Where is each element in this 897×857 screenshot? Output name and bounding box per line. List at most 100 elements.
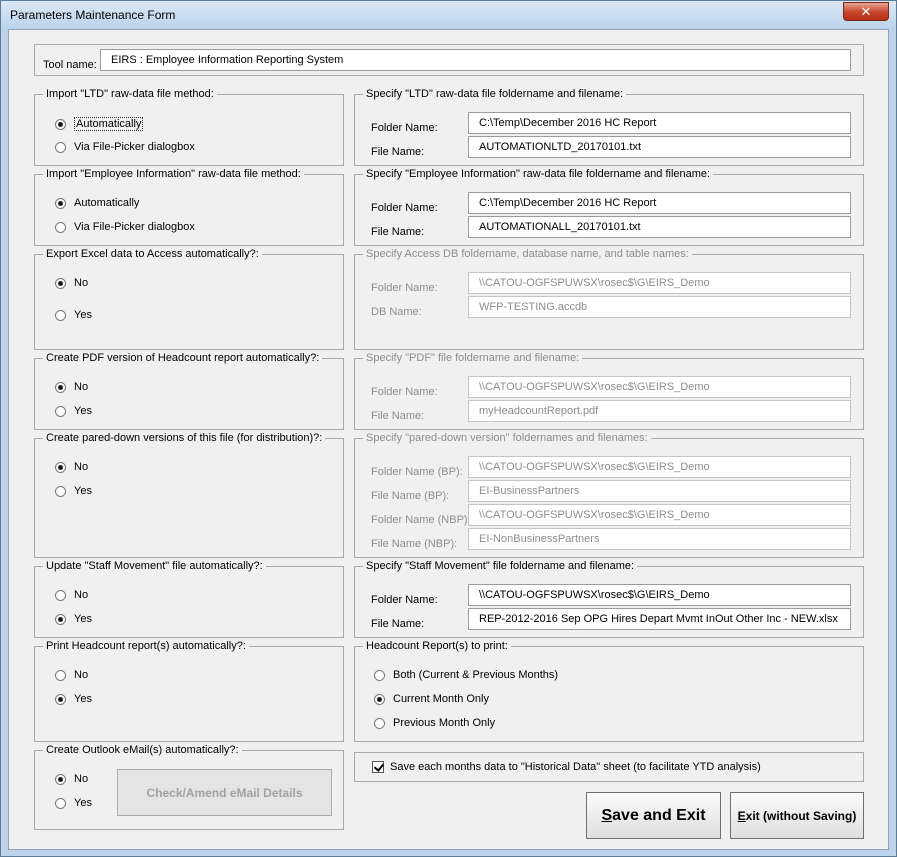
staff-no-label: No <box>74 589 89 601</box>
access-folder-input: \\CATOU-OGFSPUWSX\rosec$\G\EIRS_Demo <box>468 272 851 294</box>
emp-filename-input[interactable]: AUTOMATIONALL_20170101.txt <box>468 216 851 238</box>
email-yes-radio-dot[interactable] <box>55 797 66 809</box>
print-previous-radio[interactable]: Previous Month Only <box>374 717 495 729</box>
ltd-folder-input[interactable]: C:\Temp\December 2016 HC Report <box>468 112 851 134</box>
pdf-filename-input: myHeadcountReport.pdf <box>468 400 851 422</box>
pared-folder-nbp-input: \\CATOU-OGFSPUWSX\rosec$\G\EIRS_Demo <box>468 504 851 526</box>
save-and-exit-button[interactable]: Save and Exit <box>586 792 721 839</box>
staff-update-no-radio[interactable]: No <box>55 589 88 601</box>
print-current-label: Current Month Only <box>393 693 489 705</box>
print-both-radio-dot[interactable] <box>374 669 385 681</box>
print-auto-frame: Print Headcount report(s) automatically?… <box>34 639 344 742</box>
emp-method-legend: Import "Employee Information" raw-data f… <box>43 167 304 181</box>
ltd-folder-label: Folder Name: <box>371 122 438 134</box>
ltd-automatically-radio-dot[interactable] <box>55 118 66 130</box>
close-icon[interactable]: ✕ <box>843 2 889 21</box>
exit-label: xit (without Saving) <box>745 808 857 823</box>
email-no-label: No <box>74 773 89 785</box>
staff-yes-radio-dot[interactable] <box>55 613 66 625</box>
print-auto-no-radio[interactable]: No <box>55 669 88 681</box>
print-no-radio-dot[interactable] <box>55 669 66 681</box>
staff-file-legend: Specify "Staff Movement" file foldername… <box>363 559 638 573</box>
tool-name-frame: Tool name: EIRS : Employee Information R… <box>34 44 864 76</box>
pdf-create-yes-radio[interactable]: Yes <box>55 405 92 417</box>
ltd-method-legend: Import "LTD" raw-data file method: <box>43 87 217 101</box>
pdf-create-legend: Create PDF version of Headcount report a… <box>43 351 323 365</box>
access-db-label: DB Name: <box>371 306 422 318</box>
print-auto-yes-radio[interactable]: Yes <box>55 693 92 705</box>
staff-folder-input[interactable]: \\CATOU-OGFSPUWSX\rosec$\G\EIRS_Demo <box>468 584 851 606</box>
exit-without-saving-button[interactable]: Exit (without Saving) <box>730 792 864 839</box>
access-no-radio-dot[interactable] <box>55 277 66 289</box>
ltd-file-legend: Specify "LTD" raw-data file foldername a… <box>363 87 627 101</box>
access-db-input: WFP-TESTING.accdb <box>468 296 851 318</box>
access-yes-radio-dot[interactable] <box>55 309 66 321</box>
history-checkbox[interactable] <box>372 761 384 773</box>
access-export-frame: Export Excel data to Access automaticall… <box>34 247 344 350</box>
pared-create-no-radio[interactable]: No <box>55 461 88 473</box>
emp-method-filepicker-radio[interactable]: Via File-Picker dialogbox <box>55 221 195 233</box>
staff-filename-label: File Name: <box>371 618 425 630</box>
pdf-create-frame: Create PDF version of Headcount report a… <box>34 351 344 430</box>
emp-filepicker-radio-dot[interactable] <box>55 221 66 233</box>
pared-file-bp-input: EI-BusinessPartners <box>468 480 851 502</box>
emp-folder-label: Folder Name: <box>371 202 438 214</box>
email-no-radio-dot[interactable] <box>55 773 66 785</box>
access-export-no-radio[interactable]: No <box>55 277 88 289</box>
print-current-radio-dot[interactable] <box>374 693 385 705</box>
print-current-radio[interactable]: Current Month Only <box>374 693 489 705</box>
print-yes-radio-dot[interactable] <box>55 693 66 705</box>
emp-filename-label: File Name: <box>371 226 425 238</box>
check-email-details-button: Check/Amend eMail Details <box>117 769 332 816</box>
print-both-radio[interactable]: Both (Current & Previous Months) <box>374 669 558 681</box>
access-export-yes-radio[interactable]: Yes <box>55 309 92 321</box>
emp-method-automatically-radio[interactable]: Automatically <box>55 197 139 209</box>
ltd-method-frame: Import "LTD" raw-data file method: Autom… <box>34 87 344 166</box>
print-which-legend: Headcount Report(s) to print: <box>363 639 511 653</box>
staff-update-legend: Update "Staff Movement" file automatical… <box>43 559 266 573</box>
pdf-create-no-radio[interactable]: No <box>55 381 88 393</box>
window-title: Parameters Maintenance Form <box>10 8 176 22</box>
emp-filepicker-label: Via File-Picker dialogbox <box>74 221 195 233</box>
pared-yes-radio-dot[interactable] <box>55 485 66 497</box>
history-label: Save each months data to "Historical Dat… <box>390 761 761 773</box>
email-auto-no-radio[interactable]: No <box>55 773 88 785</box>
ltd-filepicker-label: Via File-Picker dialogbox <box>74 141 195 153</box>
pared-file-nbp-label: File Name (NBP): <box>371 538 458 550</box>
staff-update-yes-radio[interactable]: Yes <box>55 613 92 625</box>
pdf-folder-label: Folder Name: <box>371 386 438 398</box>
ltd-automatically-label: Automatically <box>74 117 144 131</box>
ltd-filename-label: File Name: <box>371 146 425 158</box>
staff-filename-input[interactable]: REP-2012-2016 Sep OPG Hires Depart Mvmt … <box>468 608 851 630</box>
pared-no-label: No <box>74 461 89 473</box>
emp-automatically-label: Automatically <box>74 197 140 209</box>
email-auto-yes-radio[interactable]: Yes <box>55 797 92 809</box>
pared-file-bp-label: File Name (BP): <box>371 490 450 502</box>
ltd-method-automatically-radio[interactable]: Automatically <box>55 117 144 131</box>
pared-create-legend: Create pared-down versions of this file … <box>43 431 326 445</box>
pared-create-yes-radio[interactable]: Yes <box>55 485 92 497</box>
staff-folder-label: Folder Name: <box>371 594 438 606</box>
ltd-filename-input[interactable]: AUTOMATIONLTD_20170101.txt <box>468 136 851 158</box>
ltd-file-frame: Specify "LTD" raw-data file foldername a… <box>354 87 864 166</box>
pared-folder-bp-input: \\CATOU-OGFSPUWSX\rosec$\G\EIRS_Demo <box>468 456 851 478</box>
emp-folder-input[interactable]: C:\Temp\December 2016 HC Report <box>468 192 851 214</box>
tool-name-label: Tool name: <box>43 59 97 71</box>
access-yes-label: Yes <box>74 309 92 321</box>
title-bar[interactable]: Parameters Maintenance Form ✕ <box>1 1 896 29</box>
ltd-method-filepicker-radio[interactable]: Via File-Picker dialogbox <box>55 141 195 153</box>
history-checkbox-row[interactable]: Save each months data to "Historical Dat… <box>372 761 761 773</box>
emp-file-legend: Specify "Employee Information" raw-data … <box>363 167 714 181</box>
staff-no-radio-dot[interactable] <box>55 589 66 601</box>
print-which-frame: Headcount Report(s) to print: Both (Curr… <box>354 639 864 742</box>
pdf-yes-radio-dot[interactable] <box>55 405 66 417</box>
print-previous-label: Previous Month Only <box>393 717 496 729</box>
print-auto-legend: Print Headcount report(s) automatically?… <box>43 639 249 653</box>
tool-name-input[interactable]: EIRS : Employee Information Reporting Sy… <box>100 49 851 71</box>
access-folder-label: Folder Name: <box>371 282 438 294</box>
print-previous-radio-dot[interactable] <box>374 717 385 729</box>
ltd-filepicker-radio-dot[interactable] <box>55 141 66 153</box>
pared-no-radio-dot[interactable] <box>55 461 66 473</box>
pdf-no-radio-dot[interactable] <box>55 381 66 393</box>
emp-automatically-radio-dot[interactable] <box>55 197 66 209</box>
